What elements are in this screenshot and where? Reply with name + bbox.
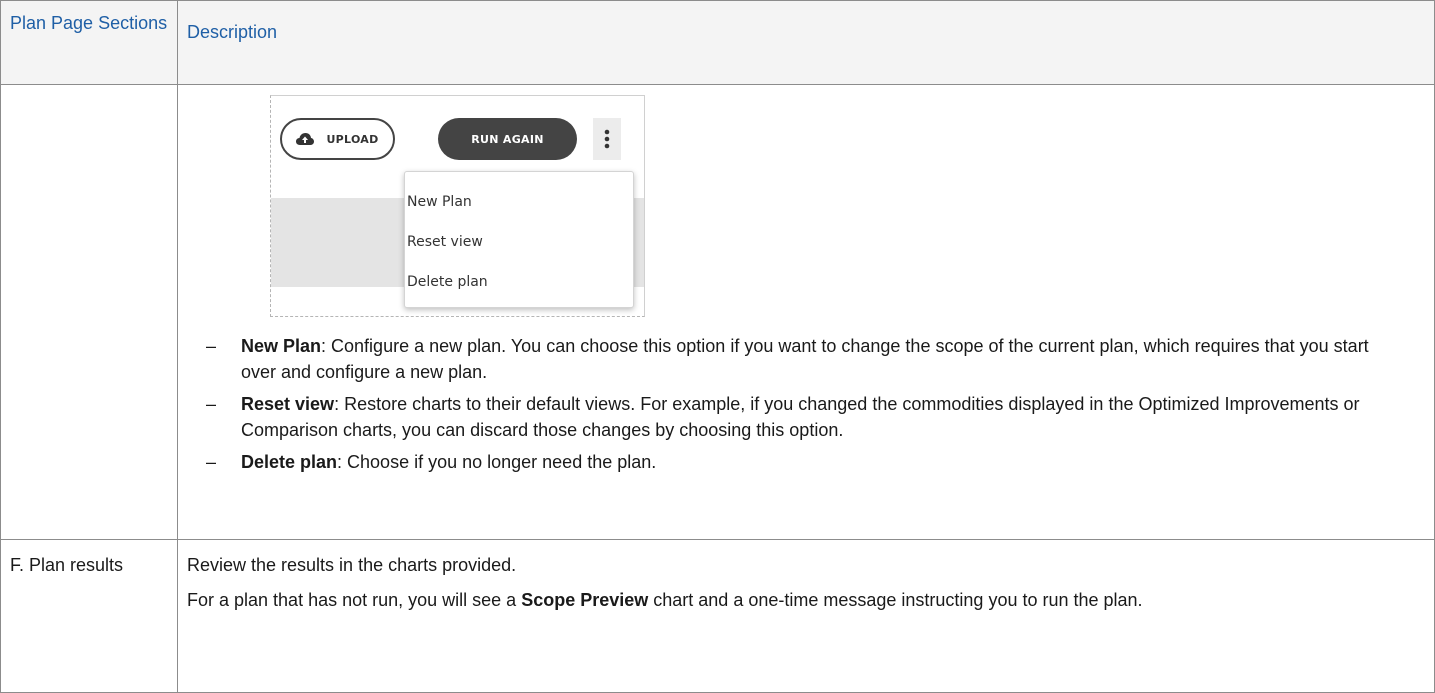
bullet-dash: – <box>206 336 217 356</box>
cloud-upload-icon <box>296 133 315 145</box>
upload-button[interactable]: UPLOAD <box>280 118 395 160</box>
table-header-row: Plan Page Sections Description <box>0 0 1435 85</box>
menu-item-reset-view[interactable]: Reset view <box>407 234 483 250</box>
plan-sections-table: Plan Page Sections Description UPLOAD RU… <box>0 0 1435 693</box>
more-vertical-icon <box>604 129 610 149</box>
upload-label: UPLOAD <box>326 132 379 146</box>
list-item: – Delete plan: Choose if you no longer n… <box>178 449 1434 475</box>
description-cell: UPLOAD RUN AGAIN New Plan Reset view Del… <box>177 84 1435 540</box>
section-cell-empty <box>0 84 178 540</box>
menu-item-new-plan[interactable]: New Plan <box>407 194 472 210</box>
table-row: UPLOAD RUN AGAIN New Plan Reset view Del… <box>0 84 1435 540</box>
option-text: : Restore charts to their default views.… <box>241 394 1360 440</box>
more-options-button[interactable] <box>593 118 621 160</box>
option-term: Reset view <box>241 394 335 414</box>
option-text: : Choose if you no longer need the plan. <box>337 452 657 472</box>
option-text: : Configure a new plan. You can choose t… <box>241 336 1369 382</box>
scope-preview-paragraph: For a plan that has not run, you will se… <box>187 587 1414 613</box>
list-item: – New Plan: Configure a new plan. You ca… <box>178 333 1434 385</box>
paragraph-text: For a plan that has not run, you will se… <box>187 590 522 610</box>
run-again-button[interactable]: RUN AGAIN <box>438 118 577 160</box>
option-term: New Plan <box>241 336 322 356</box>
menu-screenshot: UPLOAD RUN AGAIN New Plan Reset view Del… <box>270 95 645 317</box>
menu-item-delete-plan[interactable]: Delete plan <box>407 274 488 290</box>
header-description: Description <box>177 0 1435 85</box>
run-again-label: RUN AGAIN <box>471 132 544 146</box>
paragraph-text: chart and a one-time message instructing… <box>648 590 1143 610</box>
option-list: – New Plan: Configure a new plan. You ca… <box>178 333 1434 475</box>
scope-preview-term: Scope Preview <box>521 590 649 610</box>
option-term: Delete plan <box>241 452 338 472</box>
description-cell: Review the results in the charts provide… <box>177 539 1435 693</box>
header-plan-page-sections: Plan Page Sections <box>0 0 178 85</box>
section-label: F. Plan results <box>0 539 178 693</box>
list-item: – Reset view: Restore charts to their de… <box>178 391 1434 443</box>
bullet-dash: – <box>206 394 217 414</box>
table-row: F. Plan results Review the results in th… <box>0 539 1435 693</box>
options-menu: New Plan Reset view Delete plan <box>404 171 634 308</box>
results-paragraph: Review the results in the charts provide… <box>187 555 517 575</box>
bullet-dash: – <box>206 452 217 472</box>
